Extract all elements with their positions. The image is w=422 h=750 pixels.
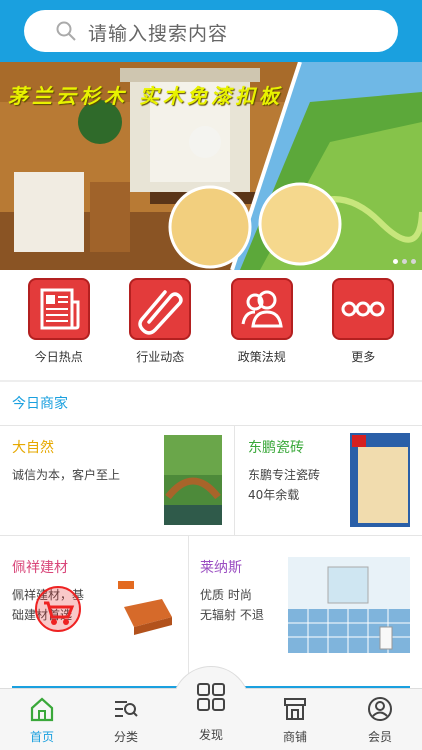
merchant-thumbnail (164, 435, 222, 525)
quick-label: 今日热点 (34, 350, 83, 364)
merchant-thumbnail (350, 433, 410, 527)
divider (188, 535, 189, 687)
divider (0, 425, 422, 426)
search-input[interactable]: 请输入搜索内容 (24, 10, 398, 52)
merchant-name: 佩祥建材 (12, 560, 68, 576)
merchant-name: 大自然 (12, 440, 54, 456)
user-icon (368, 697, 392, 721)
banner-pager (393, 259, 416, 264)
quick-label: 行业动态 (136, 350, 185, 364)
banner-dot[interactable] (411, 259, 416, 264)
tab-label: 商铺 (282, 730, 307, 744)
merchant-name: 东鹏瓷砖 (248, 440, 304, 456)
search-placeholder: 请输入搜索内容 (88, 23, 229, 45)
merchant-desc-line: 无辐射 不退 (200, 608, 264, 622)
paperclip-icon (129, 278, 192, 340)
promo-banner[interactable]: 茅兰云杉木 实木免漆扣板 (0, 62, 422, 270)
quick-label: 政策法规 (237, 350, 286, 364)
merchant-desc: 优质 时尚 无辐射 不退 (200, 585, 264, 625)
cart-badge-icon (35, 586, 81, 632)
quick-item-policy[interactable]: 政策法规 (219, 270, 305, 380)
merchant-desc-line: 优质 时尚 (200, 588, 252, 602)
newspaper-icon (27, 278, 90, 340)
merchant-desc: 东鹏专注瓷砖 40年余载 (248, 465, 320, 505)
quick-item-industry[interactable]: 行业动态 (117, 270, 203, 380)
divider (234, 425, 235, 535)
merchant-thumbnail (288, 557, 410, 653)
merchant-name: 莱纳斯 (200, 560, 242, 576)
merchant-desc-line: 东鹏专注瓷砖 (248, 468, 321, 482)
divider (0, 380, 422, 382)
tab-discover[interactable]: 发现 (169, 683, 253, 750)
merchant-grid: 大自然 诚信为本，客户至上 东鹏瓷砖 东鹏专注瓷砖 40年余载 佩祥建材 莱纳斯… (0, 425, 422, 687)
grid-icon (197, 683, 225, 711)
merchant-desc-line: 40年余载 (248, 488, 300, 502)
banner-dot[interactable] (393, 259, 398, 264)
quick-item-more[interactable]: 更多 (320, 270, 406, 380)
more-dots-icon (332, 278, 395, 340)
top-header: 请输入搜索内容 (0, 0, 422, 62)
tab-label: 首页 (29, 730, 54, 744)
divider (0, 535, 422, 536)
users-icon (230, 278, 293, 340)
search-icon (56, 21, 76, 41)
tab-home[interactable]: 首页 (0, 688, 84, 750)
home-icon (30, 697, 54, 722)
category-search-icon (115, 701, 138, 717)
quick-label: 更多 (351, 350, 376, 364)
tab-shop[interactable]: 商铺 (253, 688, 337, 750)
tab-category[interactable]: 分类 (84, 688, 168, 750)
banner-caption: 茅兰云杉木 实木免漆扣板 (8, 84, 283, 108)
tab-label: 会员 (367, 730, 392, 744)
merchant-thumbnail (114, 575, 176, 645)
banner-dot[interactable] (402, 259, 407, 264)
section-title: 今日商家 (12, 396, 68, 412)
tab-label: 发现 (198, 728, 223, 742)
quick-menu: 今日热点 行业动态 政策法规 更多 (0, 270, 422, 380)
quick-item-hot-news[interactable]: 今日热点 (16, 270, 102, 380)
merchant-desc: 诚信为本，客户至上 (12, 468, 121, 482)
tab-member[interactable]: 会员 (338, 688, 422, 750)
shop-icon (284, 698, 306, 720)
tab-label: 分类 (113, 730, 138, 744)
